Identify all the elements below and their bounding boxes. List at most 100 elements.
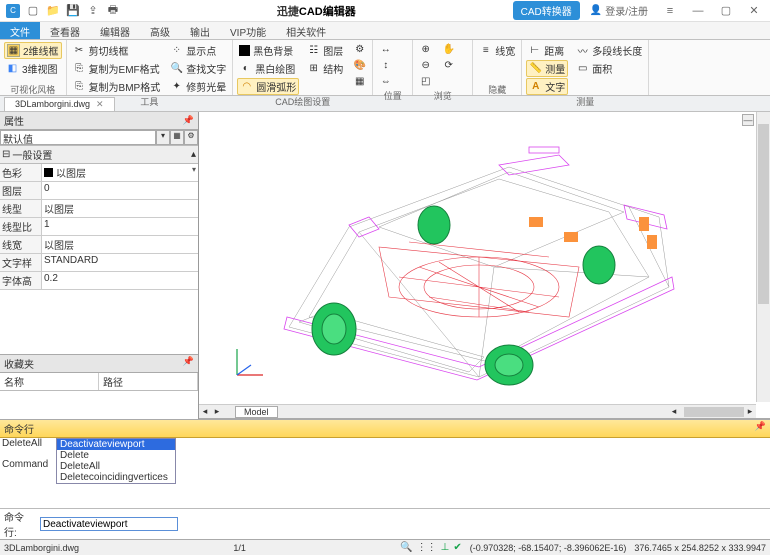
btn-show-points[interactable]: ⁘显示点	[168, 42, 228, 59]
arc-icon: ◠	[240, 80, 253, 93]
status-icon-a[interactable]: 🔍	[400, 542, 412, 553]
tab-next-icon[interactable]: ▸	[211, 406, 223, 417]
tab-prev-icon[interactable]: ◂	[199, 406, 211, 417]
btn-2d-wireframe[interactable]: ▦2维线框	[4, 42, 62, 59]
btn-black-bg[interactable]: 黑色背景	[237, 42, 299, 59]
scroll-left-icon[interactable]: ◂	[668, 406, 680, 417]
new-file-icon[interactable]: ▢	[26, 4, 40, 18]
minimize-button[interactable]: —	[686, 2, 710, 20]
command-input[interactable]	[40, 517, 178, 531]
tab-related[interactable]: 相关软件	[276, 22, 336, 39]
dropdown-item[interactable]: DeleteAll	[57, 461, 175, 472]
file-tab[interactable]: 3DLamborgini.dwg✕	[4, 97, 115, 111]
btn-setting-a[interactable]: ⚙	[351, 42, 368, 57]
maximize-button[interactable]: ▢	[714, 2, 738, 20]
pin-icon[interactable]: 📌	[755, 421, 766, 436]
fav-col-name[interactable]: 名称	[0, 373, 99, 390]
btn-3d-view[interactable]: ◧3维视图	[4, 60, 62, 77]
login-button[interactable]: 👤登录/注册	[584, 3, 654, 18]
v[interactable]: 0.2	[42, 272, 198, 289]
scroll-thumb[interactable]	[758, 124, 769, 304]
btn-structure[interactable]: ⊞结构	[305, 60, 345, 77]
v[interactable]: 以图层▾	[42, 164, 198, 181]
btn-find-text[interactable]: 🔍查找文字	[168, 60, 228, 77]
btn-pos-b[interactable]: ↕	[377, 58, 394, 73]
prop-row-textheight[interactable]: 字体高0.2	[0, 272, 198, 290]
btn-measure[interactable]: 📏测量	[526, 60, 568, 77]
print-icon[interactable]: 🖶	[106, 4, 120, 18]
status-icon-b[interactable]: ⋮⋮	[417, 542, 437, 553]
dropdown-item[interactable]: Delete	[57, 450, 175, 461]
tab-vip[interactable]: VIP功能	[220, 22, 276, 39]
btn-setting-b[interactable]: 🎨	[351, 58, 368, 73]
btn-pos-a[interactable]: ↔	[377, 42, 394, 57]
btn-trim-halo[interactable]: ✦修剪光晕	[168, 78, 228, 95]
save-icon[interactable]: 💾	[66, 4, 80, 18]
prop-row-layer[interactable]: 图层0	[0, 182, 198, 200]
prop-row-color[interactable]: 色彩以图层▾	[0, 164, 198, 182]
filter-a-icon[interactable]: ▦	[170, 130, 184, 145]
btn-copy-bmp[interactable]: ⎘复制为BMP格式	[71, 78, 163, 95]
close-button[interactable]: ✕	[742, 2, 766, 20]
btn-lineweight[interactable]: ≡线宽	[477, 42, 517, 59]
pos-c-icon: ⇔	[379, 75, 392, 88]
prop-row-textstyle[interactable]: 文字样STANDARD	[0, 254, 198, 272]
v[interactable]: 以图层	[42, 200, 198, 217]
properties-section-header[interactable]: ⊟一般设置▴	[0, 146, 198, 164]
btn-polyline-length[interactable]: 〰多段线长度	[574, 42, 644, 59]
dropdown-arrow-icon[interactable]: ▾	[156, 130, 170, 145]
v[interactable]: 以图层	[42, 236, 198, 253]
btn-text-measure[interactable]: A文字	[526, 78, 568, 95]
prop-row-linescale[interactable]: 线型比1	[0, 218, 198, 236]
tab-editor[interactable]: 编辑器	[90, 22, 140, 39]
viewport-scrollbar-v[interactable]	[756, 112, 770, 402]
prop-row-linetype[interactable]: 线型以图层	[0, 200, 198, 218]
btn-pan[interactable]: ✋	[440, 42, 457, 57]
pin-icon[interactable]: 📌	[183, 115, 194, 126]
tab-advanced[interactable]: 高级	[140, 22, 180, 39]
status-icon-c[interactable]: ⊥	[441, 542, 450, 553]
btn-cut-wireframe[interactable]: ✂剪切线框	[71, 42, 163, 59]
menu-icon[interactable]: ≡	[658, 2, 682, 20]
viewport[interactable]: —▢	[199, 112, 770, 419]
btn-area[interactable]: ▭面积	[574, 60, 644, 77]
viewport-scrollbar-h[interactable]: ◂ ▸ Model ◂ ▸	[199, 404, 756, 418]
tab-file[interactable]: 文件	[0, 22, 40, 39]
vp-min-icon[interactable]: —	[742, 114, 754, 126]
btn-distance[interactable]: ⊢距离	[526, 42, 568, 59]
tab-viewer[interactable]: 查看器	[40, 22, 90, 39]
btn-bw-draw[interactable]: ◐黑白绘图	[237, 60, 299, 77]
dropdown-item[interactable]: Deactivateviewport	[57, 439, 175, 450]
v[interactable]: STANDARD	[42, 254, 198, 271]
default-value-dropdown[interactable]: 默认值	[0, 130, 156, 145]
status-icon-d[interactable]: ✔	[453, 542, 461, 553]
file-tab-close-icon[interactable]: ✕	[96, 99, 104, 109]
v[interactable]: 1	[42, 218, 198, 235]
btn-pos-c[interactable]: ⇔	[377, 74, 394, 89]
wireframe-2d-icon: ▦	[7, 44, 20, 57]
prop-row-lineweight[interactable]: 线宽以图层	[0, 236, 198, 254]
btn-copy-emf[interactable]: ⎘复制为EMF格式	[71, 60, 163, 77]
btn-zoom-out[interactable]: ⊖	[417, 58, 434, 73]
btn-zoom-in[interactable]: ⊕	[417, 42, 434, 57]
btn-smooth-arc[interactable]: ◠圆滑弧形	[237, 78, 299, 95]
fav-col-path[interactable]: 路径	[99, 373, 198, 390]
model-tab[interactable]: Model	[235, 406, 278, 418]
scroll-right-icon[interactable]: ▸	[744, 406, 756, 417]
v[interactable]: 0	[42, 182, 198, 199]
btn-fit[interactable]: ◰	[417, 74, 434, 89]
export-icon[interactable]: ⇪	[86, 4, 100, 18]
dd-icon[interactable]: ▾	[192, 165, 196, 174]
btn-layers[interactable]: ☷图层	[305, 42, 345, 59]
lbl: 显示点	[186, 43, 216, 58]
pin-icon[interactable]: 📌	[183, 356, 194, 371]
dropdown-item[interactable]: Deletecoincidingvertices	[57, 472, 175, 483]
favorites-columns: 名称路径	[0, 373, 198, 391]
scroll-thumb-h[interactable]	[684, 407, 744, 417]
btn-setting-c[interactable]: ▦	[351, 74, 368, 89]
cad-converter-button[interactable]: CAD转换器	[513, 1, 580, 20]
filter-b-icon[interactable]: ⚙	[184, 130, 198, 145]
btn-orbit[interactable]: ⟳	[440, 58, 457, 73]
tab-output[interactable]: 输出	[180, 22, 220, 39]
open-folder-icon[interactable]: 📁	[46, 4, 60, 18]
